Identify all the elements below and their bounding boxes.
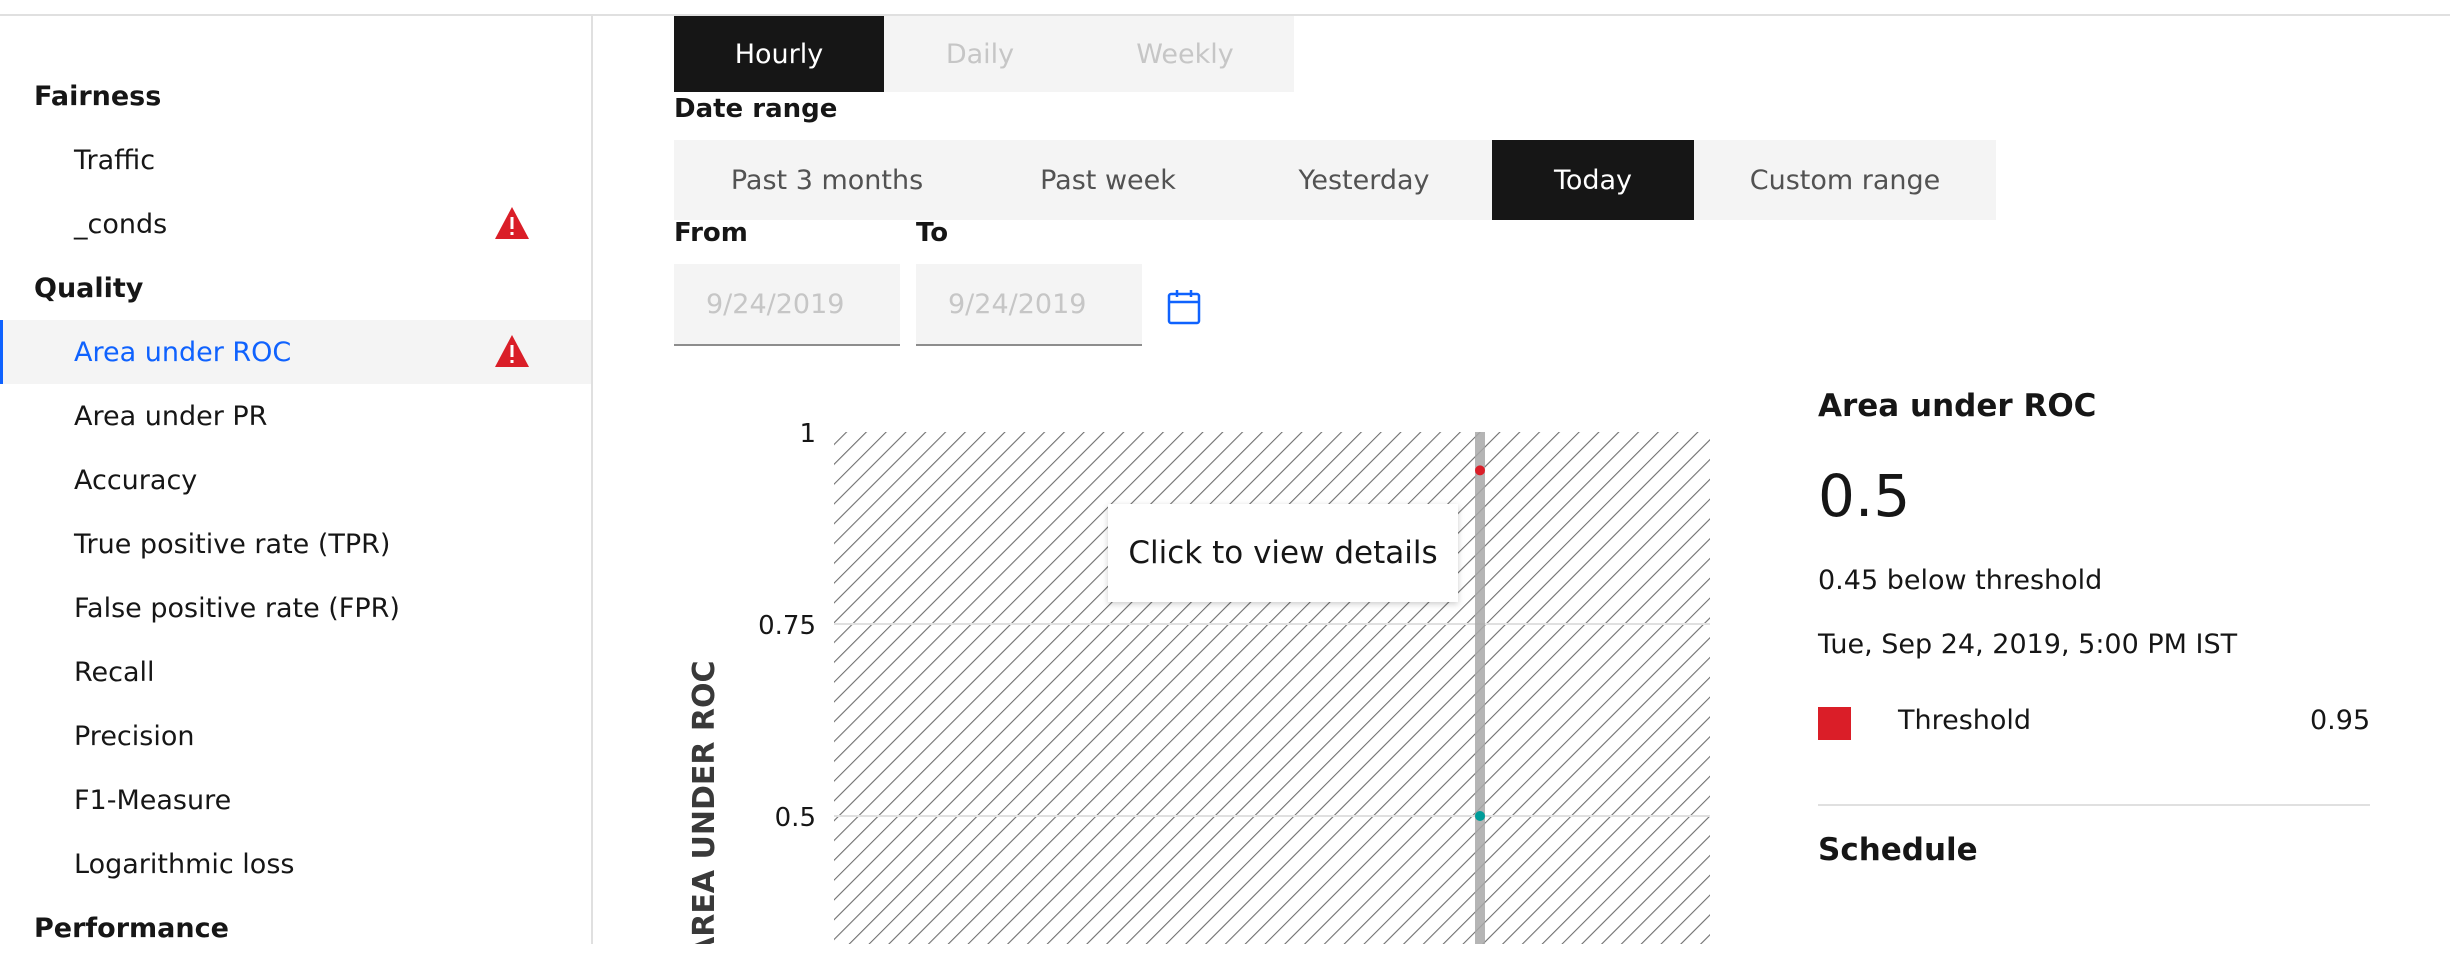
date-range-switcher: Past 3 months Past week Yesterday Today … [674,140,1996,220]
range-past-3-months[interactable]: Past 3 months [674,140,980,220]
sidebar-item-area-under-roc[interactable]: Area under ROC [0,320,591,384]
from-date-input[interactable]: 9/24/2019 [674,264,900,346]
range-past-week[interactable]: Past week [980,140,1236,220]
detail-title: Area under ROC [1818,388,2097,424]
schedule-title: Schedule [1818,832,1978,868]
calendar-icon[interactable] [1166,288,1202,326]
detail-below-threshold: 0.45 below threshold [1818,565,2103,596]
sidebar-item-label: F1-Measure [74,784,232,816]
sidebar-item-area-under-pr[interactable]: Area under PR [0,384,591,448]
sidebar-item-label: Precision [74,720,195,752]
detail-value: 0.5 [1818,462,1911,530]
to-date-input[interactable]: 9/24/2019 [916,264,1142,346]
interval-daily[interactable]: Daily [884,16,1076,92]
chart-y-ticks: 1 0.75 0.5 [758,419,816,833]
sidebar-group-performance: Performance [0,896,591,960]
sidebar-item-label: Accuracy [74,464,198,496]
sidebar-item-label: False positive rate (FPR) [74,592,400,624]
sidebar-item-log-loss[interactable]: Logarithmic loss [0,832,591,896]
detail-date: Tue, Sep 24, 2019, 5:00 PM IST [1818,629,2238,660]
sidebar: Fairness Traffic _conds Quality Area und… [0,16,593,944]
sidebar-item-label: Area under PR [74,400,268,432]
range-yesterday[interactable]: Yesterday [1236,140,1492,220]
range-today[interactable]: Today [1492,140,1694,220]
interval-switcher: Hourly Daily Weekly [674,16,1294,92]
sidebar-item-precision[interactable]: Precision [0,704,591,768]
sidebar-item-fpr[interactable]: False positive rate (FPR) [0,576,591,640]
sidebar-item-label: True positive rate (TPR) [74,528,391,560]
from-label: From [674,218,748,248]
data-point[interactable] [1475,811,1485,821]
detail-divider [1818,804,2370,806]
y-tick-label: 1 [799,419,816,449]
sidebar-item-accuracy[interactable]: Accuracy [0,448,591,512]
interval-weekly[interactable]: Weekly [1076,16,1294,92]
chart-tooltip[interactable]: Click to view details [1108,504,1458,602]
sidebar-group-label: Performance [34,912,229,944]
sidebar-item-label: Recall [74,656,155,688]
sidebar-group-label: Quality [34,272,144,304]
warning-icon [495,207,529,239]
sidebar-item-label: Traffic [74,144,156,176]
warning-icon [495,335,529,367]
sidebar-group-fairness: Fairness [0,64,591,128]
sidebar-item-tpr[interactable]: True positive rate (TPR) [0,512,591,576]
active-indicator [0,320,3,384]
sidebar-item-label: Logarithmic loss [74,848,295,880]
y-tick-label: 0.5 [775,803,816,833]
threshold-value: 0.95 [2310,705,2371,736]
y-tick-label: 0.75 [758,611,816,641]
sidebar-item-conds[interactable]: _conds [0,192,591,256]
sidebar-item-f1-measure[interactable]: F1-Measure [0,768,591,832]
sidebar-item-recall[interactable]: Recall [0,640,591,704]
threshold-swatch [1818,707,1851,740]
metric-chart: 1 0.75 0.5 AREA UNDER ROC [687,419,1710,944]
sidebar-group-quality: Quality [0,256,591,320]
data-point[interactable] [1475,465,1485,476]
to-label: To [916,218,949,248]
sidebar-group-label: Fairness [34,80,162,112]
interval-hourly[interactable]: Hourly [674,16,884,92]
threshold-label: Threshold [1898,705,2032,736]
hover-column[interactable] [1475,432,1485,944]
range-custom[interactable]: Custom range [1694,140,1996,220]
sidebar-item-traffic[interactable]: Traffic [0,128,591,192]
chart-y-axis-label: AREA UNDER ROC [687,660,722,944]
sidebar-item-label: Area under ROC [74,336,292,368]
sidebar-item-label: _conds [74,208,168,240]
date-range-label: Date range [674,94,838,124]
